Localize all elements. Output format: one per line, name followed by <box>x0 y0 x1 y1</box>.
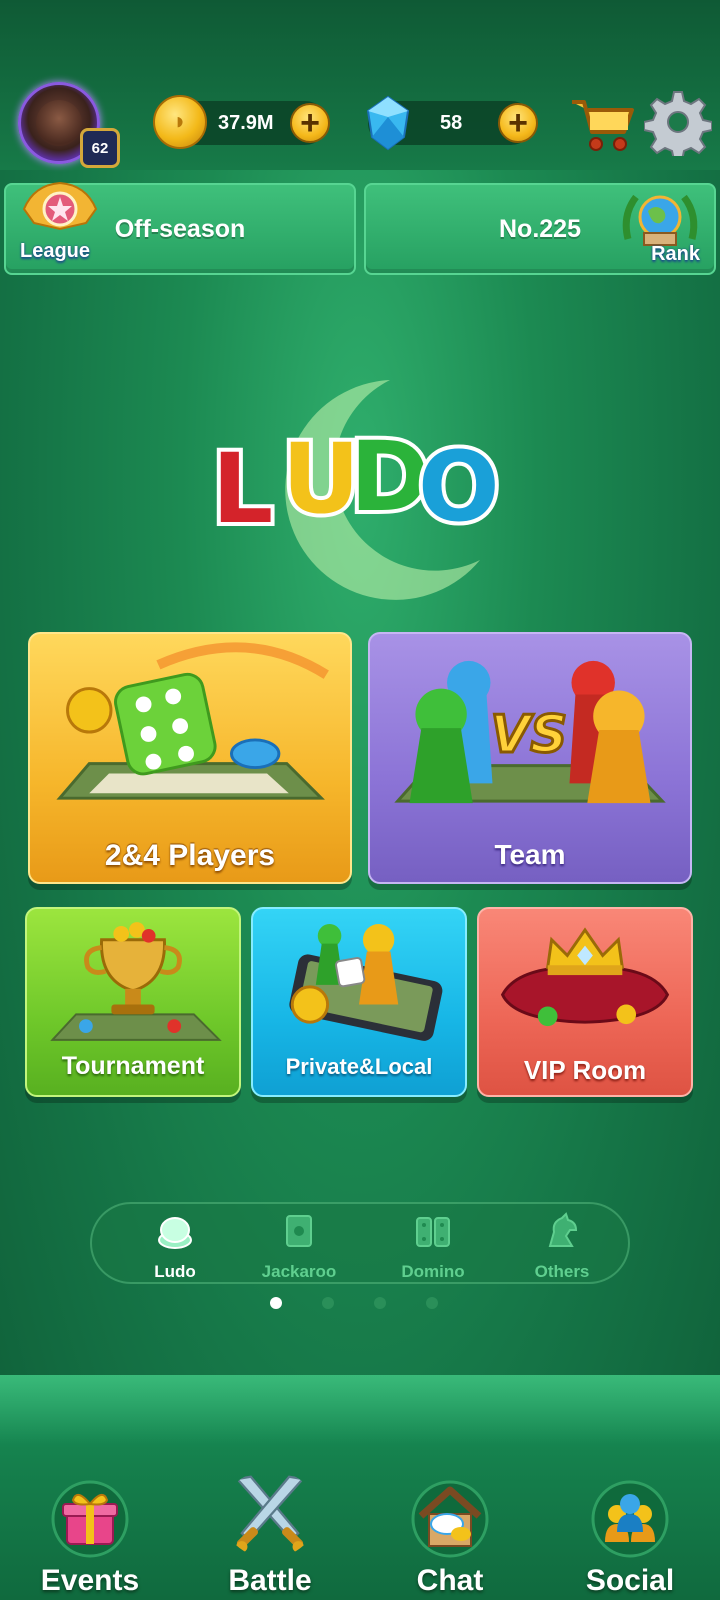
shopping-cart-icon[interactable] <box>568 92 636 154</box>
mode-card-tournament[interactable]: Tournament <box>25 907 241 1097</box>
page-indicator <box>270 1297 450 1309</box>
player-avatar[interactable]: 62 <box>18 82 120 168</box>
cards-icon <box>286 1215 312 1247</box>
mode-card-team[interactable]: VS Team <box>368 632 692 884</box>
domino-icon <box>416 1217 450 1247</box>
add-coins-button[interactable]: + <box>290 103 330 143</box>
horse-icon <box>548 1212 578 1247</box>
bottom-navigation: Events Battle Chat Social <box>0 1375 720 1600</box>
mode-title-2-4-players: 2&4 Players <box>104 839 276 872</box>
tab-ludo[interactable]: Ludo <box>120 1212 230 1281</box>
logo-letter-u: U <box>282 423 360 535</box>
ludo-logo: L U D O <box>208 380 504 600</box>
nav-label-chat: Chat <box>416 1564 484 1597</box>
globe-laurel-icon <box>622 194 698 246</box>
nav-glow <box>0 1375 720 1445</box>
page-dot <box>322 1297 334 1309</box>
coin-balance: ◗ 37.9M + <box>153 95 330 149</box>
league-card[interactable]: League Off-season <box>4 181 356 275</box>
mode-title-tournament: Tournament <box>61 1052 205 1080</box>
nav-label-battle: Battle <box>228 1564 312 1597</box>
tab-jackaroo[interactable]: Jackaroo <box>244 1212 354 1281</box>
mode-card-vip-room[interactable]: VIP Room <box>477 907 693 1097</box>
league-status: Off-season <box>114 215 246 243</box>
gift-icon <box>51 1480 129 1558</box>
mode-title-private-local: Private&Local <box>285 1054 433 1079</box>
coin-amount: 37.9M <box>218 112 274 134</box>
nav-social[interactable]: Social <box>545 1480 715 1597</box>
trophy-icon <box>50 922 222 1041</box>
page-dot <box>426 1297 438 1309</box>
level-badge: 62 <box>80 128 120 168</box>
page-dot <box>374 1297 386 1309</box>
tab-label-domino: Domino <box>401 1262 465 1281</box>
phone-pawns-illustration <box>289 924 443 1041</box>
game-selector: Ludo Jackaroo Domino Others <box>90 1202 630 1284</box>
rank-card[interactable]: No.225 Rank <box>364 183 716 275</box>
tab-domino[interactable]: Domino <box>378 1212 488 1281</box>
mode-card-private-local[interactable]: Private&Local <box>251 907 467 1097</box>
page-dot <box>270 1297 282 1309</box>
crown-cushion-icon <box>500 927 670 1027</box>
mode-title-team: Team <box>494 839 566 870</box>
tab-label-others: Others <box>534 1262 590 1281</box>
nav-label-events: Events <box>40 1564 140 1597</box>
chat-house-icon <box>411 1480 489 1558</box>
logo-letter-o: O <box>418 431 500 543</box>
svg-text:VS: VS <box>490 705 567 765</box>
crossed-swords-icon <box>235 1475 305 1553</box>
nav-battle[interactable]: Battle <box>185 1470 355 1597</box>
nav-chat[interactable]: Chat <box>365 1480 535 1597</box>
gem-amount: 58 <box>440 112 463 134</box>
rank-label: Rank <box>651 243 700 265</box>
tab-label-jackaroo: Jackaroo <box>261 1262 337 1281</box>
dice-board-illustration <box>56 642 329 800</box>
team-pawns-illustration: VS <box>394 660 666 804</box>
gear-icon[interactable] <box>644 88 712 156</box>
ludo-pawn-icon <box>158 1217 192 1249</box>
nav-events[interactable]: Events <box>5 1480 175 1597</box>
add-gems-button[interactable]: + <box>498 103 538 143</box>
gem-icon <box>366 95 410 151</box>
mode-card-2-4-players[interactable]: 2&4 Players <box>28 632 352 884</box>
coin-icon: ◗ <box>153 95 207 149</box>
tab-others[interactable]: Others <box>507 1212 617 1281</box>
avatar-image <box>36 100 82 146</box>
logo-letter-l: L <box>212 433 273 545</box>
tab-label-ludo: Ludo <box>154 1262 196 1281</box>
nav-label-social: Social <box>585 1564 675 1597</box>
friends-icon <box>591 1480 669 1558</box>
mode-title-vip-room: VIP Room <box>523 1055 647 1085</box>
gem-balance: 58 + <box>366 95 538 151</box>
